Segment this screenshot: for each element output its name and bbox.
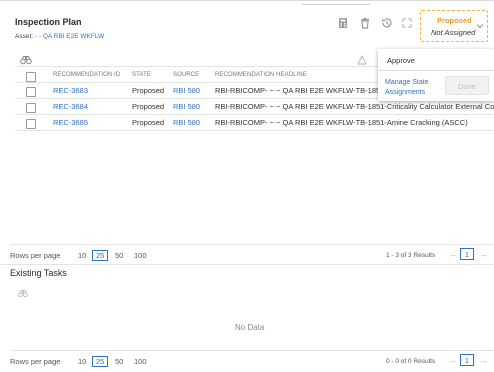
row-state: Proposed <box>132 118 165 127</box>
row-checkbox[interactable] <box>26 87 36 97</box>
page-size-option[interactable]: 50 <box>115 357 123 366</box>
pager-divider <box>10 244 494 245</box>
calculator-icon[interactable] <box>336 16 350 30</box>
section-divider <box>0 264 494 265</box>
filter-icon[interactable] <box>357 54 367 65</box>
existing-tasks-title: Existing Tasks <box>10 268 67 278</box>
next-page-icon[interactable]: → <box>479 355 488 365</box>
asset-link[interactable]: - - QA RBI E2E WKFLW <box>35 33 104 40</box>
next-page-icon[interactable]: → <box>479 249 488 259</box>
asset-prefix: Asset: <box>15 33 34 40</box>
rows-per-page-label: Rows per page <box>10 357 61 366</box>
results-count: 0 - 0 of 0 Results <box>386 358 436 365</box>
rows-per-page-label: Rows per page <box>10 251 61 260</box>
recommendation-id-link[interactable]: REC-3683 <box>53 86 88 95</box>
row-headline: RBI-RBICOMP- ~ ~ QA RBI E2E WKFLW-TB-185… <box>215 118 468 127</box>
column-header-state[interactable]: STATE <box>132 72 151 78</box>
page-title: Inspection Plan <box>15 17 82 27</box>
top-accent-line <box>302 4 370 5</box>
row-divider <box>15 114 494 115</box>
trash-icon[interactable] <box>358 16 372 30</box>
prev-page-icon[interactable]: ← <box>449 249 458 259</box>
row-state: Proposed <box>132 102 165 111</box>
recommendation-id-link[interactable]: REC-3685 <box>53 118 88 127</box>
page-number-box[interactable]: 1 <box>460 354 474 366</box>
approve-option[interactable]: Approve <box>387 56 415 65</box>
page-size-option[interactable]: 50 <box>115 251 123 260</box>
state-label: Proposed <box>437 16 472 25</box>
column-header-source[interactable]: SOURCE <box>173 72 199 78</box>
page-size-option[interactable]: 10 <box>78 357 86 366</box>
state-transition-menu: Approve Manage State Assignments Done <box>378 49 494 101</box>
prev-page-icon[interactable]: ← <box>449 355 458 365</box>
select-all-checkbox[interactable] <box>26 72 36 82</box>
row-state: Proposed <box>132 86 165 95</box>
column-header-recommendation-id[interactable]: RECOMMENDATION ID <box>53 72 120 78</box>
empty-state-text: No Data <box>235 323 265 332</box>
history-icon[interactable] <box>380 16 394 30</box>
pager-divider <box>10 350 494 351</box>
row-checkbox[interactable] <box>26 103 36 113</box>
row-checkbox[interactable] <box>26 119 36 129</box>
binoculars-icon[interactable] <box>18 289 28 298</box>
done-button[interactable]: Done <box>445 76 489 95</box>
page-size-option-selected[interactable]: 25 <box>92 356 109 367</box>
results-count: 1 - 3 of 3 Results <box>386 252 436 259</box>
assignee-label: Not Assigned <box>431 28 476 37</box>
recommendation-id-link[interactable]: REC-3684 <box>53 102 88 111</box>
top-border <box>0 0 494 1</box>
row-headline: RBI-RBICOMP- ~ ~ QA RBI E2E WKFLW-TB-185… <box>215 102 494 111</box>
menu-divider <box>378 70 494 71</box>
page-size-option-selected[interactable]: 25 <box>92 250 109 261</box>
binoculars-icon[interactable] <box>20 55 32 65</box>
column-header-headline[interactable]: RECOMMENDATION HEADLINE <box>215 72 307 78</box>
page-size-option[interactable]: 100 <box>134 251 147 260</box>
row-source-link[interactable]: RBI 580 <box>173 118 200 127</box>
expand-icon[interactable] <box>400 16 414 30</box>
page-number-box[interactable]: 1 <box>460 248 474 260</box>
row-headline: RBI-RBICOMP- ~ ~ QA RBI E2E WKFLW-TB-185… <box>215 86 395 95</box>
asset-line: Asset: - - QA RBI E2E WKFLW <box>15 33 104 40</box>
manage-state-assignments-link[interactable]: Manage State Assignments <box>385 78 445 98</box>
row-source-link[interactable]: RBI 580 <box>173 102 200 111</box>
page-size-option[interactable]: 10 <box>78 251 86 260</box>
page-size-option[interactable]: 100 <box>134 357 147 366</box>
state-assignment-button[interactable]: Proposed Not Assigned <box>420 10 488 42</box>
row-source-link[interactable]: RBI 580 <box>173 86 200 95</box>
chevron-down-icon <box>475 21 485 31</box>
row-divider <box>15 130 494 131</box>
